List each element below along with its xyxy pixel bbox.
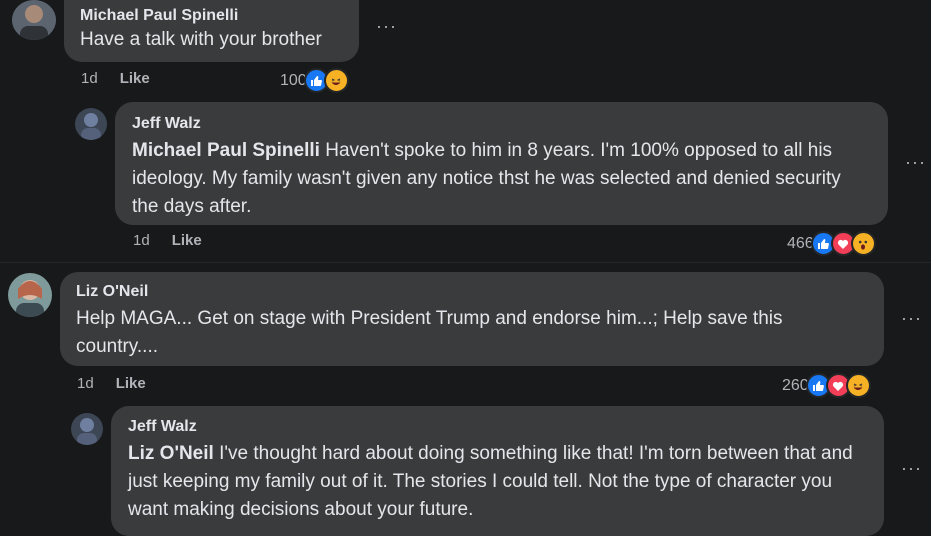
comment-text: Liz O'Neil I've thought hard about doing… (128, 440, 867, 524)
comment-bubble: Liz O'Neil Help MAGA... Get on stage wit… (60, 272, 884, 366)
mention-link[interactable]: Michael Paul Spinelli (132, 140, 320, 161)
comment-timestamp[interactable]: 1d (77, 375, 94, 392)
comment-meta: 1d Like (77, 375, 146, 392)
comment-bubble: Michael Paul Spinelli Have a talk with y… (64, 0, 359, 62)
more-options-icon[interactable]: ··· (376, 16, 397, 37)
comment-text: Michael Paul Spinelli Haven't spoke to h… (132, 137, 871, 221)
more-options-icon[interactable]: ··· (901, 308, 922, 329)
avatar[interactable] (71, 413, 103, 445)
wow-icon (850, 231, 876, 256)
comment-text: Have a talk with your brother (80, 29, 322, 50)
haha-icon (845, 373, 871, 398)
reaction-count: 100 (280, 71, 307, 89)
like-button[interactable]: Like (172, 232, 202, 249)
avatar[interactable] (12, 0, 56, 40)
comment-meta: 1d Like (81, 70, 150, 87)
reaction-count: 466 (787, 234, 814, 252)
comment-timestamp[interactable]: 1d (133, 232, 150, 249)
comment-text: Help MAGA... Get on stage with President… (76, 308, 783, 357)
avatar[interactable] (8, 273, 52, 317)
comment-author[interactable]: Liz O'Neil (76, 282, 868, 302)
comment-timestamp[interactable]: 1d (81, 70, 98, 87)
comment-bubble: Jeff Walz Liz O'Neil I've thought hard a… (111, 406, 884, 536)
comment-author[interactable]: Michael Paul Spinelli (80, 6, 343, 26)
like-button[interactable]: Like (116, 375, 146, 392)
avatar[interactable] (75, 108, 107, 140)
reaction-summary[interactable]: 260 (782, 373, 871, 398)
comment-bubble: Jeff Walz Michael Paul Spinelli Haven't … (115, 102, 888, 225)
comment-author[interactable]: Jeff Walz (132, 114, 871, 134)
more-options-icon[interactable]: ··· (901, 458, 922, 479)
comment-meta: 1d Like (133, 232, 202, 249)
mention-link[interactable]: Liz O'Neil (128, 443, 214, 464)
like-button[interactable]: Like (120, 70, 150, 87)
reaction-count: 260 (782, 376, 809, 394)
comment-body: I've thought hard about doing something … (128, 443, 853, 520)
reaction-summary[interactable]: 466 (787, 231, 876, 256)
more-options-icon[interactable]: ··· (905, 152, 926, 173)
haha-icon (323, 68, 349, 93)
comment-author[interactable]: Jeff Walz (128, 417, 867, 437)
reaction-summary[interactable]: 100 (280, 68, 349, 93)
thread-divider (0, 262, 931, 263)
